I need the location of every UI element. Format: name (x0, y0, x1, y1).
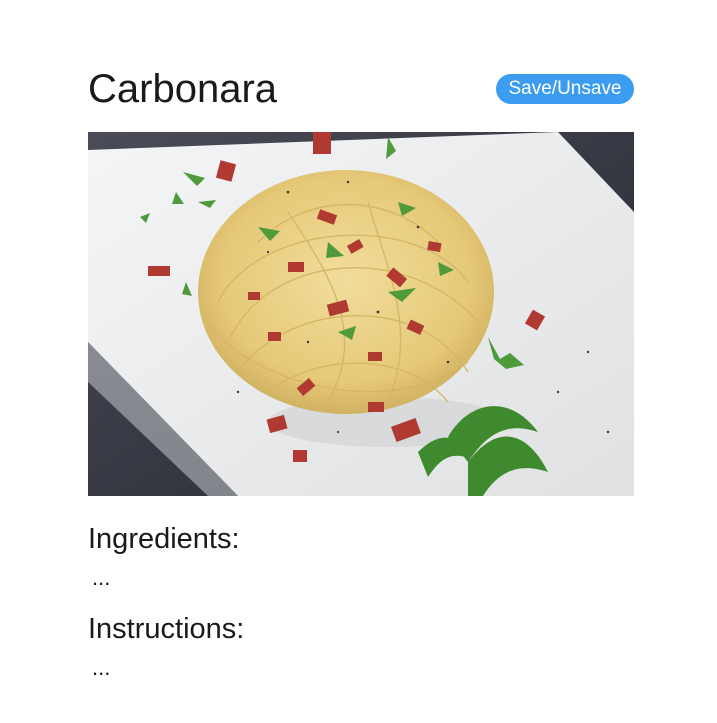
recipe-image (88, 132, 634, 496)
ingredients-text: ... (92, 565, 111, 590)
instructions-text: ... (92, 655, 111, 680)
instructions-heading: Instructions: (88, 613, 245, 645)
recipe-title: Carbonara (88, 67, 278, 111)
save-unsave-button[interactable]: Save/Unsave (496, 74, 634, 104)
ingredients-heading: Ingredients: (88, 523, 240, 555)
